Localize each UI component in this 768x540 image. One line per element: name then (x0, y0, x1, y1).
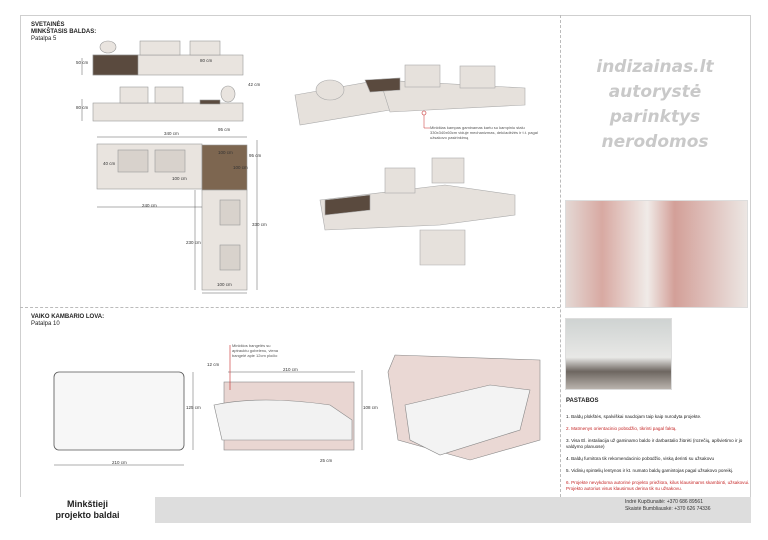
dim-label: 25 cm (320, 458, 333, 463)
note-item: 6. Projekte nevykdoma autorinė projekto … (566, 480, 750, 491)
sofa-3d-view-2 (319, 157, 516, 266)
bed-callout-note: Minkštos bangelės su aptrauktu gobelenu,… (232, 343, 279, 358)
contacts: Indrė Kupčiunaitė: +370 686 89561 Skaist… (625, 499, 710, 513)
contact-line: Indrė Kupčiunaitė: +370 686 89561 (625, 499, 703, 505)
dim-label: 100 cm (233, 165, 248, 170)
watermark-line: nerodomos (601, 132, 709, 152)
project-title: Minkštieji projekto baldai (20, 497, 155, 523)
note-item: 5. Vidinių spintelių lentynos ir kt. num… (566, 468, 734, 473)
dim-label: 108 cm (363, 405, 378, 410)
kids-bed-plan (53, 371, 185, 451)
living-room-render-image (565, 318, 672, 390)
dim-label: 80 cm (200, 58, 213, 63)
dim-label: 40 cm (103, 161, 116, 166)
note-item: 4. Baldų furnitūra tik rekomendacinio po… (566, 456, 715, 461)
kids-bed-side-elevation (213, 381, 355, 451)
notes-heading: PASTABOS (566, 398, 599, 404)
title-line: Minkštieji (66, 499, 108, 509)
dim-label: 330 cm (252, 222, 267, 227)
dim-label: 50 cm (76, 60, 89, 65)
sofa-callout-note: Minkštas kampas gaminamas kartu su kampi… (430, 125, 538, 140)
sofa-front-elevation (92, 40, 244, 76)
dim-label: 240 cm (142, 203, 157, 208)
note-item: 1. Baldų plokštės, spalviškai naudojam t… (566, 414, 702, 419)
watermark-line: parinktys (609, 107, 701, 127)
dim-label: 95 cm (218, 127, 231, 132)
dim-label: 100 cm (172, 176, 187, 181)
contact-line: Skaistė Bumbliauskė: +370 626 74336 (625, 506, 711, 512)
dim-label: 230 cm (186, 240, 201, 245)
kids-room-render-image (565, 200, 748, 308)
dim-label: 80 cm (76, 105, 89, 110)
dim-label: 340 cm (164, 131, 179, 136)
dim-label: 100 cm (217, 282, 232, 287)
notes-section: PASTABOS 1. Baldų plokštės, spalviškai n… (566, 398, 751, 498)
dim-label: 125 cm (186, 405, 201, 410)
dim-label: 100 cm (218, 150, 233, 155)
watermark-line: indizainas.lt (596, 57, 714, 77)
sofa-plan-view (96, 143, 248, 291)
dim-label: 210 cm (112, 460, 127, 465)
note-item: 3. Visa El. instaliacija už gaminamo bal… (566, 438, 743, 449)
note-item: 2. Matmenys orientacinio pobūdžio, tikri… (566, 426, 677, 431)
dim-label: 42 cm (248, 82, 261, 87)
sofa-side-elevation (92, 85, 244, 122)
title-line: projekto baldai (55, 510, 120, 520)
watermark-line: autorystė (608, 82, 702, 102)
dim-label: 12 cm (207, 362, 220, 367)
kids-bed-3d-view (387, 354, 541, 461)
sofa-3d-view-1 (294, 64, 526, 126)
dim-label: 210 cm (283, 367, 298, 372)
watermark: indizainas.lt autorystė parinktys nerodo… (565, 55, 745, 155)
dim-label: 95 cm (249, 153, 262, 158)
